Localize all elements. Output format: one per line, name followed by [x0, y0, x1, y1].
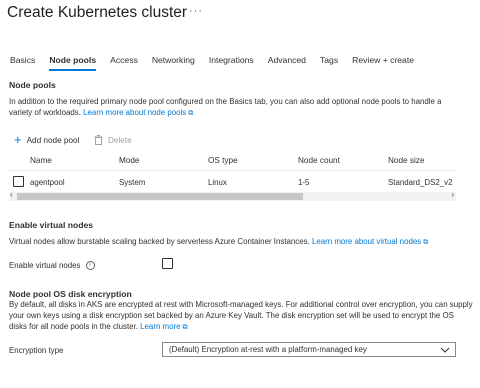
- scroll-left-icon[interactable]: ‹: [10, 190, 13, 199]
- learn-more-encryption-label: Learn more: [140, 322, 181, 331]
- tab-review-create[interactable]: Review + create: [352, 55, 414, 71]
- external-link-icon: ⧉: [423, 239, 429, 246]
- disk-encryption-description-text: By default, all disks in AKS are encrypt…: [9, 300, 473, 331]
- node-pools-description-text: In addition to the required primary node…: [9, 97, 442, 117]
- more-options-icon[interactable]: ···: [189, 5, 203, 17]
- tab-basics[interactable]: Basics: [10, 55, 35, 71]
- column-header-os-type[interactable]: OS type: [208, 156, 238, 165]
- node-pools-heading: Node pools: [9, 80, 56, 90]
- node-pools-description: In addition to the required primary node…: [9, 96, 464, 119]
- delete-button[interactable]: Delete: [94, 135, 132, 145]
- tab-access[interactable]: Access: [110, 55, 138, 71]
- learn-more-node-pools-label: Learn more about node pools: [83, 108, 187, 117]
- page-title: Create Kubernetes cluster: [7, 4, 188, 21]
- row-node-size: Standard_DS2_v2: [388, 178, 453, 187]
- disk-encryption-description: By default, all disks in AKS are encrypt…: [9, 299, 474, 333]
- disk-encryption-heading: Node pool OS disk encryption: [9, 289, 132, 299]
- scroll-right-icon[interactable]: ›: [451, 190, 454, 199]
- enable-virtual-nodes-label-text: Enable virtual nodes: [9, 261, 81, 270]
- encryption-type-value: (Default) Encryption at-rest with a plat…: [169, 345, 367, 354]
- horizontal-scrollbar[interactable]: ‹ ›: [9, 190, 456, 201]
- scrollbar-thumb[interactable]: [17, 193, 303, 200]
- column-header-mode[interactable]: Mode: [119, 156, 139, 165]
- external-link-icon: ⧉: [182, 324, 188, 331]
- row-os-type: Linux: [208, 178, 227, 187]
- row-node-count: 1-5: [298, 178, 310, 187]
- tab-integrations[interactable]: Integrations: [209, 55, 254, 71]
- learn-more-encryption-link[interactable]: Learn more ⧉: [140, 322, 187, 331]
- learn-more-node-pools-link[interactable]: Learn more about node pools ⧉: [83, 108, 193, 117]
- learn-more-virtual-nodes-label: Learn more about virtual nodes: [311, 237, 422, 246]
- tab-advanced[interactable]: Advanced: [268, 55, 306, 71]
- column-header-node-count[interactable]: Node count: [298, 156, 340, 165]
- table-header-divider: [9, 170, 456, 171]
- tab-node-pools[interactable]: Node pools: [49, 55, 96, 71]
- external-link-icon: ⧉: [188, 110, 194, 117]
- encryption-type-dropdown[interactable]: (Default) Encryption at-rest with a plat…: [162, 342, 456, 357]
- column-header-name[interactable]: Name: [30, 156, 52, 165]
- enable-virtual-nodes-checkbox[interactable]: [162, 258, 173, 269]
- virtual-nodes-heading: Enable virtual nodes: [9, 220, 94, 230]
- add-node-pool-button[interactable]: + Add node pool: [14, 132, 80, 147]
- tab-networking[interactable]: Networking: [152, 55, 195, 71]
- row-mode: System: [119, 178, 146, 187]
- enable-virtual-nodes-label: Enable virtual nodes i: [9, 261, 95, 271]
- chevron-down-icon: [440, 347, 450, 353]
- virtual-nodes-description-text: Virtual nodes allow burstable scaling ba…: [9, 237, 310, 246]
- tab-bar: Basics Node pools Access Networking Inte…: [10, 55, 428, 75]
- learn-more-virtual-nodes-link[interactable]: Learn more about virtual nodes ⧉: [312, 237, 428, 246]
- delete-label: Delete: [108, 135, 132, 145]
- row-select-checkbox[interactable]: [13, 176, 24, 187]
- column-header-node-size[interactable]: Node size: [388, 156, 424, 165]
- plus-icon: +: [14, 132, 22, 147]
- add-node-pool-label: Add node pool: [26, 135, 80, 145]
- tab-tags[interactable]: Tags: [320, 55, 338, 71]
- encryption-type-label: Encryption type: [9, 346, 64, 355]
- info-icon[interactable]: i: [85, 261, 95, 271]
- agentpool-link[interactable]: agentpool: [30, 178, 65, 187]
- virtual-nodes-description: Virtual nodes allow burstable scaling ba…: [9, 236, 469, 248]
- trash-icon: [94, 135, 103, 145]
